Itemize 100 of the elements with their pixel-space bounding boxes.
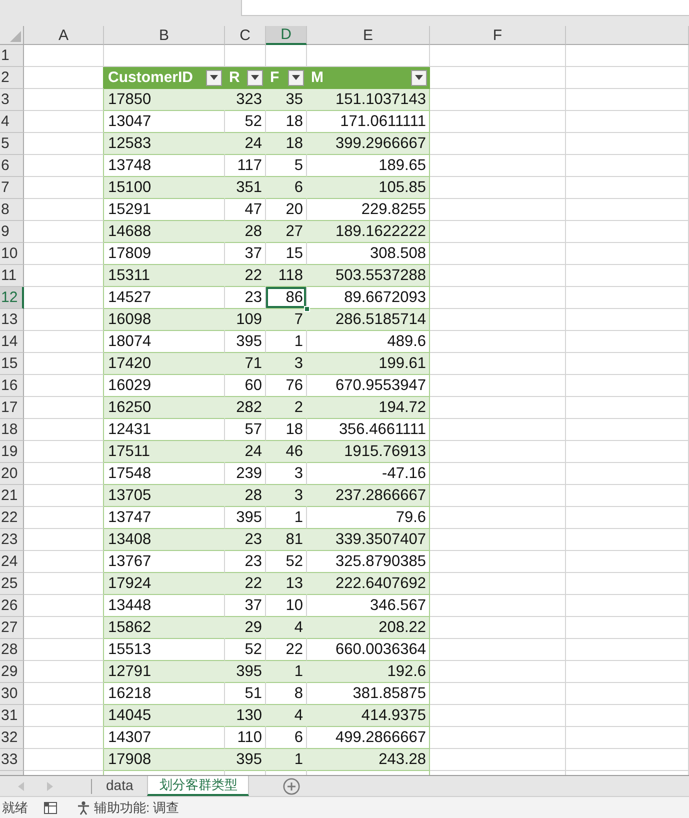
table-cell[interactable]: 15311 <box>104 265 225 287</box>
table-cell[interactable]: 24 <box>225 133 266 155</box>
table-cell[interactable]: 22 <box>266 639 307 661</box>
table-cell[interactable]: 4 <box>266 617 307 639</box>
table-cell[interactable]: 5 <box>266 155 307 177</box>
row-header[interactable]: 2 <box>0 67 24 89</box>
table-cell[interactable]: 171.0611111 <box>307 111 430 133</box>
row-header[interactable] <box>0 771 24 775</box>
table-cell[interactable]: 89.6672093 <box>307 287 430 309</box>
table-cell[interactable]: 17850 <box>104 89 225 111</box>
table-cell[interactable]: 399.2966667 <box>307 133 430 155</box>
table-cell[interactable]: 52 <box>225 639 266 661</box>
table-cell[interactable]: 16029 <box>104 375 225 397</box>
table-cell[interactable]: 239 <box>225 463 266 485</box>
fill-handle[interactable] <box>304 306 310 312</box>
table-cell[interactable]: 503.5537288 <box>307 265 430 287</box>
table-cell[interactable]: 395 <box>225 749 266 771</box>
column-header[interactable]: F <box>430 26 566 45</box>
row-header[interactable]: 13 <box>0 309 24 331</box>
table-cell[interactable]: 130 <box>225 705 266 727</box>
table-cell[interactable]: 346.567 <box>307 595 430 617</box>
formula-bar[interactable] <box>241 0 689 16</box>
row-header[interactable]: 14 <box>0 331 24 353</box>
table-cell[interactable]: 237.2866667 <box>307 485 430 507</box>
table-cell[interactable]: 189.65 <box>307 155 430 177</box>
table-cell[interactable]: 6 <box>266 727 307 749</box>
table-cell[interactable]: 194.72 <box>307 397 430 419</box>
table-cell[interactable]: 15100 <box>104 177 225 199</box>
row-header[interactable]: 1 <box>0 45 24 67</box>
row-header[interactable]: 11 <box>0 265 24 287</box>
select-all-button[interactable] <box>0 26 24 45</box>
table-cell[interactable]: 22 <box>225 573 266 595</box>
table-cell[interactable]: 151.1037143 <box>307 89 430 111</box>
row-header[interactable]: 3 <box>0 89 24 111</box>
row-header[interactable]: 15 <box>0 353 24 375</box>
table-cell[interactable]: 414.9375 <box>307 705 430 727</box>
table-cell[interactable]: 1915.76913 <box>307 441 430 463</box>
table-cell[interactable]: 17908 <box>104 749 225 771</box>
table-cell[interactable]: 12431 <box>104 419 225 441</box>
row-header[interactable]: 9 <box>0 221 24 243</box>
table-cell[interactable]: 47 <box>225 199 266 221</box>
row-header[interactable]: 31 <box>0 705 24 727</box>
row-header[interactable]: 16 <box>0 375 24 397</box>
table-cell[interactable]: 381.85875 <box>307 683 430 705</box>
table-cell[interactable]: 37 <box>225 243 266 265</box>
table-cell[interactable]: 20 <box>266 199 307 221</box>
table-cell[interactable]: 17924 <box>104 573 225 595</box>
table-cell[interactable]: 13448 <box>104 595 225 617</box>
row-header[interactable]: 33 <box>0 749 24 771</box>
table-cell[interactable]: 3 <box>266 353 307 375</box>
table-cell[interactable]: 6 <box>266 177 307 199</box>
table-cell[interactable]: 29 <box>225 617 266 639</box>
table-cell[interactable]: 660.0036364 <box>307 639 430 661</box>
table-cell[interactable]: 16218 <box>104 683 225 705</box>
row-header[interactable]: 23 <box>0 529 24 551</box>
accessibility-status[interactable]: 辅助功能: 调查 <box>94 798 180 816</box>
table-cell[interactable]: 356.4661111 <box>307 419 430 441</box>
table-cell[interactable]: 109 <box>225 309 266 331</box>
row-header[interactable]: 25 <box>0 573 24 595</box>
table-cell[interactable]: 339.3507407 <box>307 529 430 551</box>
table-cell[interactable]: 15 <box>266 243 307 265</box>
table-cell[interactable]: 12791 <box>104 661 225 683</box>
column-header[interactable]: C <box>225 26 266 45</box>
filter-button[interactable] <box>247 70 263 86</box>
table-cell[interactable]: 13408 <box>104 529 225 551</box>
table-cell[interactable]: 23 <box>225 551 266 573</box>
row-header[interactable]: 19 <box>0 441 24 463</box>
table-cell[interactable]: 28 <box>225 485 266 507</box>
table-cell[interactable]: 192.6 <box>307 661 430 683</box>
table-cell[interactable]: 117 <box>225 155 266 177</box>
table-cell[interactable]: 24 <box>225 441 266 463</box>
table-cell[interactable]: 351 <box>225 177 266 199</box>
column-header[interactable]: E <box>307 26 430 45</box>
row-header[interactable]: 20 <box>0 463 24 485</box>
table-cell[interactable]: 8 <box>266 683 307 705</box>
row-header[interactable]: 4 <box>0 111 24 133</box>
table-cell[interactable]: 81 <box>266 529 307 551</box>
table-cell[interactable]: 71 <box>225 353 266 375</box>
table-cell[interactable]: 17809 <box>104 243 225 265</box>
table-cell[interactable]: 1 <box>266 661 307 683</box>
table-cell[interactable]: 14527 <box>104 287 225 309</box>
table-cell[interactable]: 16098 <box>104 309 225 331</box>
filter-button[interactable] <box>411 70 427 86</box>
table-cell[interactable]: 3 <box>266 485 307 507</box>
table-cell[interactable]: 51 <box>225 683 266 705</box>
table-cell[interactable]: 18 <box>266 111 307 133</box>
table-cell[interactable]: 52 <box>225 111 266 133</box>
row-header[interactable]: 10 <box>0 243 24 265</box>
row-header[interactable]: 18 <box>0 419 24 441</box>
table-cell[interactable]: 199.61 <box>307 353 430 375</box>
table-cell[interactable]: 670.9553947 <box>307 375 430 397</box>
table-cell[interactable]: 57 <box>225 419 266 441</box>
row-header[interactable]: 22 <box>0 507 24 529</box>
table-cell[interactable]: 489.6 <box>307 331 430 353</box>
table-cell[interactable]: 499.2866667 <box>307 727 430 749</box>
table-cell[interactable]: 13747 <box>104 507 225 529</box>
table-cell[interactable]: 46 <box>266 441 307 463</box>
table-cell[interactable]: 325.8790385 <box>307 551 430 573</box>
table-cell[interactable]: 395 <box>225 331 266 353</box>
table-cell[interactable]: 4 <box>266 705 307 727</box>
